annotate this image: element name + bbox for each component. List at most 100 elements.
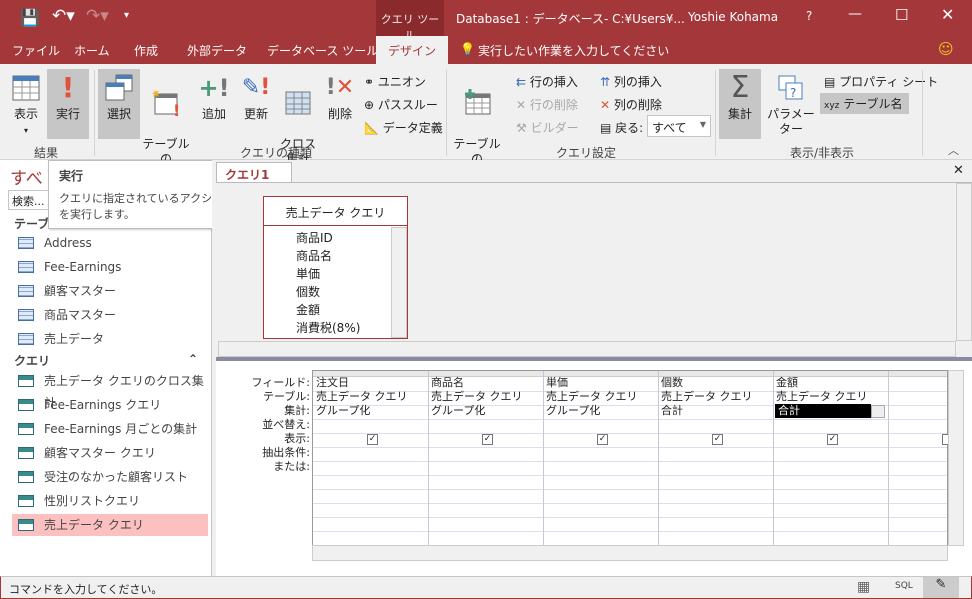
- grid-horizontal-scrollbar[interactable]: [312, 545, 948, 561]
- total-cell[interactable]: 合計: [658, 404, 683, 418]
- nav-table-item[interactable]: 商品マスター: [12, 304, 208, 326]
- nav-query-item[interactable]: 売上データ クエリ: [12, 514, 208, 536]
- nav-query-item[interactable]: 受注のなかった顧客リスト: [12, 466, 208, 488]
- insert-columns-button[interactable]: ⇈ 列の挿入: [600, 73, 662, 90]
- nav-query-item[interactable]: Fee-Earnings 月ごとの集計: [12, 418, 208, 440]
- field-item[interactable]: 商品ID: [296, 229, 333, 246]
- tab-design[interactable]: デザイン: [376, 36, 449, 64]
- show-checkbox[interactable]: ✓: [367, 434, 378, 445]
- datasheet-view-icon[interactable]: ▦: [857, 579, 870, 595]
- nav-query-item[interactable]: Fee-Earnings クエリ: [12, 394, 208, 416]
- tab-database-tools[interactable]: データベース ツール: [267, 42, 378, 59]
- builder-label: ビルダー: [530, 121, 579, 135]
- user-name[interactable]: Yoshie Kohama: [688, 10, 778, 24]
- nav-table-item[interactable]: Address: [12, 232, 208, 254]
- select-query-button[interactable]: 選択: [98, 69, 140, 139]
- show-checkbox[interactable]: ✓: [827, 434, 838, 445]
- table-cell[interactable]: 売上データ クエリ: [313, 390, 408, 404]
- nav-header[interactable]: すべ: [10, 164, 43, 189]
- insert-rows-button[interactable]: ⇇ 行の挿入: [516, 73, 578, 90]
- view-label: 表示: [13, 107, 38, 121]
- field-cell[interactable]: 単価: [543, 376, 568, 390]
- field-item[interactable]: 消費税(8%): [296, 319, 360, 336]
- nav-table-item[interactable]: Fee-Earnings: [12, 256, 208, 278]
- append-button[interactable]: +! 追加: [196, 69, 232, 139]
- field-cell[interactable]: 商品名: [428, 376, 464, 390]
- union-button[interactable]: ⚭ ユニオン: [364, 73, 426, 90]
- show-checkbox[interactable]: ✓: [482, 434, 493, 445]
- table-cell[interactable]: 売上データ クエリ: [773, 390, 868, 404]
- table-cell[interactable]: 売上データ クエリ: [543, 390, 638, 404]
- field-item[interactable]: 単価: [296, 265, 320, 282]
- make-table-button[interactable]: !✷ テーブルの 作成: [140, 69, 192, 181]
- customize-qat-icon[interactable]: ▾: [124, 10, 129, 21]
- horizontal-scrollbar[interactable]: [218, 341, 956, 357]
- crosstab-button[interactable]: クロス 集計: [280, 69, 316, 166]
- table-field-list[interactable]: 売上データ クエリ 商品ID 商品名 単価 個数 金額 消費税(8%): [263, 196, 408, 339]
- field-item[interactable]: 個数: [296, 283, 320, 300]
- queries-group-header[interactable]: クエリ ⌃: [14, 352, 204, 369]
- tell-me-input[interactable]: 実行したい作業を入力してください: [478, 42, 669, 59]
- view-button[interactable]: 表示 ▾: [6, 69, 46, 139]
- delete-rows-label: 行の削除: [529, 98, 578, 112]
- table-names-button[interactable]: xyz テーブル名: [820, 93, 909, 114]
- field-list-scrollbar[interactable]: [391, 227, 407, 338]
- tab-query1[interactable]: クエリ1: [216, 162, 292, 183]
- close-document-icon[interactable]: ✕: [953, 163, 964, 178]
- delete-query-button[interactable]: !✕ 削除: [322, 69, 358, 139]
- sql-view-button[interactable]: SQL: [895, 581, 913, 591]
- data-definition-button[interactable]: 📐 データ定義: [364, 119, 443, 136]
- undo-icon[interactable]: ↶▾: [52, 6, 75, 26]
- grid-vertical-scrollbar[interactable]: [948, 370, 964, 546]
- update-button[interactable]: ✎! 更新: [238, 69, 274, 139]
- maximize-icon[interactable]: ☐: [895, 6, 908, 24]
- design-view-icon[interactable]: ✎: [923, 577, 959, 598]
- total-cell[interactable]: グループ化: [313, 404, 370, 418]
- show-table-button[interactable]: テーブルの 表示: [450, 69, 504, 181]
- show-checkbox[interactable]: ✓: [597, 434, 608, 445]
- delete-rows-button[interactable]: ✕ 行の削除: [516, 96, 578, 113]
- total-cell[interactable]: 合計: [775, 404, 871, 418]
- table-cell[interactable]: 売上データ クエリ: [428, 390, 523, 404]
- tab-create[interactable]: 作成: [134, 42, 158, 59]
- nav-table-item[interactable]: 顧客マスター: [12, 280, 208, 302]
- table-cell[interactable]: 売上データ クエリ: [658, 390, 753, 404]
- builder-button[interactable]: ⚒ ビルダー: [516, 119, 579, 136]
- smiley-icon[interactable]: ☺: [938, 40, 954, 58]
- tab-home[interactable]: ホーム: [74, 42, 110, 59]
- parameters-button[interactable]: ? パラメーター: [762, 69, 820, 139]
- passthrough-button[interactable]: ⊕ パススルー: [364, 96, 438, 113]
- total-cell[interactable]: グループ化: [428, 404, 485, 418]
- field-cell[interactable]: 個数: [658, 376, 683, 390]
- nav-table-item[interactable]: 売上データ: [12, 328, 208, 350]
- tables-group-header[interactable]: テーブ: [14, 215, 49, 232]
- nav-query-item[interactable]: 顧客マスター クエリ: [12, 442, 208, 464]
- total-dropdown-chevron-icon[interactable]: [871, 405, 885, 418]
- nav-query-item[interactable]: 性別リストクエリ: [12, 490, 208, 512]
- vertical-scrollbar[interactable]: [956, 183, 972, 341]
- save-icon[interactable]: 💾: [20, 8, 40, 27]
- show-checkbox[interactable]: ✓: [712, 434, 723, 445]
- help-button[interactable]: ?: [806, 9, 812, 23]
- field-cell[interactable]: 注文日: [313, 376, 349, 390]
- total-cell[interactable]: グループ化: [543, 404, 600, 418]
- tab-external-data[interactable]: 外部データ: [187, 42, 247, 59]
- table-icon: [18, 309, 34, 321]
- field-item[interactable]: 商品名: [296, 247, 332, 264]
- close-icon[interactable]: ✕: [941, 5, 954, 24]
- return-dropdown[interactable]: すべて ▼: [647, 115, 711, 137]
- column-selector-bar[interactable]: [313, 371, 947, 377]
- minimize-icon[interactable]: —: [848, 6, 862, 22]
- nav-query-item[interactable]: 売上データ クエリのクロス集計: [12, 370, 208, 410]
- delete-columns-button[interactable]: ✕ 列の削除: [600, 96, 662, 113]
- insert-rows-label: 行の挿入: [529, 75, 578, 89]
- tab-file[interactable]: ファイル: [12, 42, 60, 59]
- run-button[interactable]: ! 実行: [47, 69, 89, 139]
- field-cell[interactable]: 金額: [773, 376, 798, 390]
- totals-button[interactable]: Σ 集計: [719, 69, 761, 139]
- redo-icon[interactable]: ↷▾: [86, 6, 109, 26]
- collapse-ribbon-icon[interactable]: ︿: [948, 142, 959, 158]
- update-label: 更新: [243, 107, 268, 121]
- grid-line: [313, 531, 947, 532]
- field-item[interactable]: 金額: [296, 301, 320, 318]
